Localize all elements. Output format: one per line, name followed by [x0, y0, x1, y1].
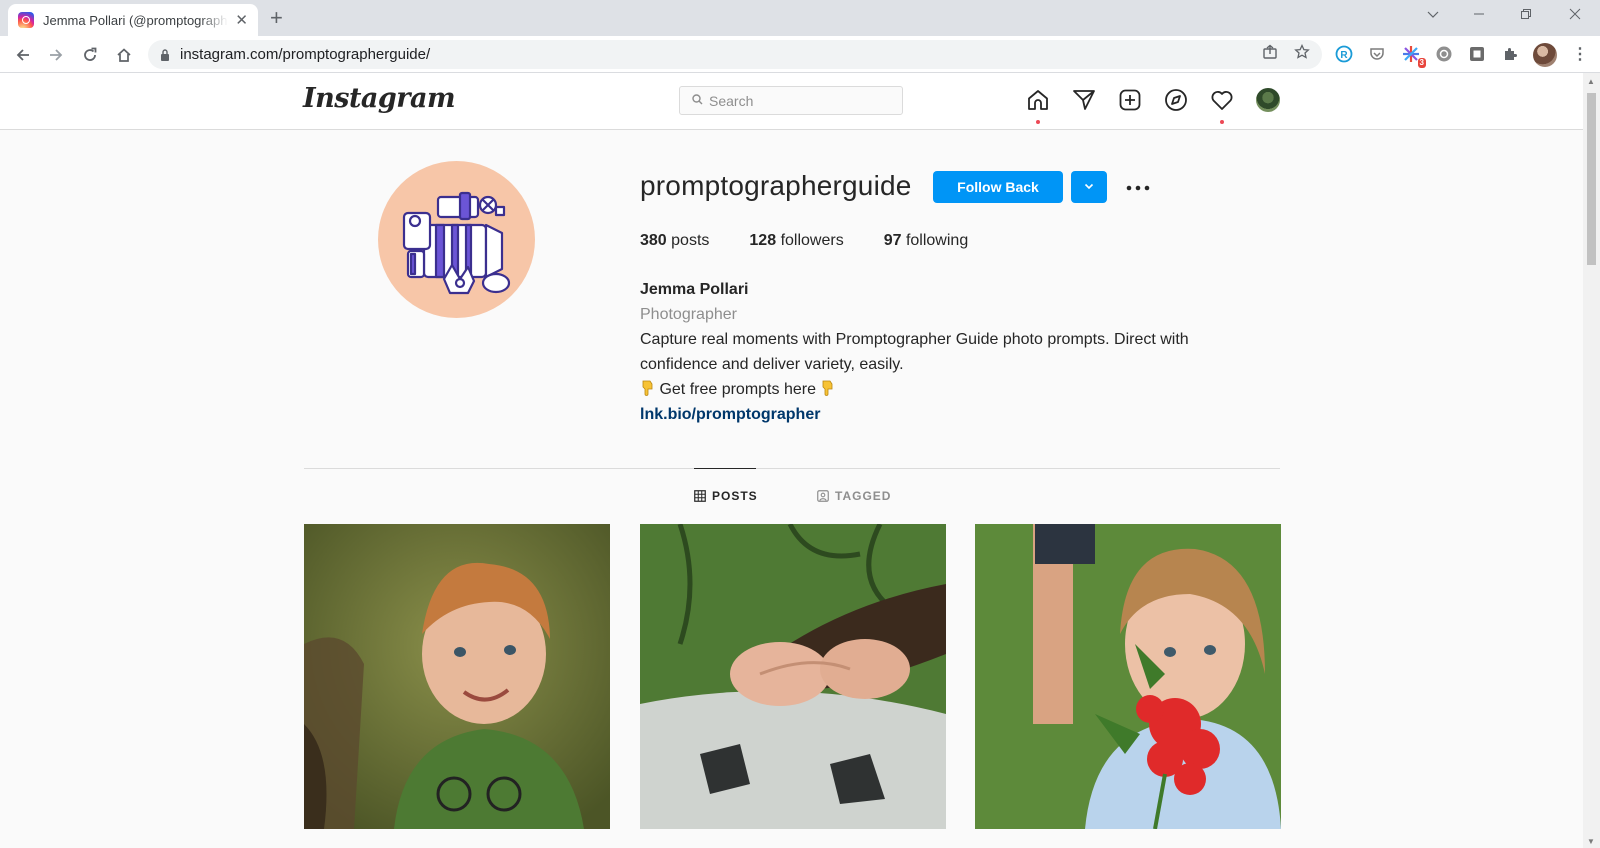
chevron-down-icon — [1083, 180, 1095, 195]
profile-full-name: Jemma Pollari — [640, 281, 749, 298]
tab-posts[interactable]: POSTS — [694, 489, 758, 503]
extensions-icon[interactable] — [1500, 44, 1520, 64]
svg-text:R: R — [1340, 50, 1348, 61]
tabs-divider — [304, 468, 1280, 469]
posts-count: 380 — [640, 232, 667, 249]
back-icon[interactable] — [10, 42, 36, 68]
bio-cta-line: Get free prompts here — [640, 377, 1240, 402]
new-tab-button[interactable]: + — [270, 5, 283, 31]
instagram-header: Instagram — [0, 73, 1583, 130]
address-bar[interactable]: instagram.com/promptographerguide/ — [148, 40, 1322, 69]
active-tab-indicator — [694, 468, 756, 469]
followers-count: 128 — [749, 232, 777, 249]
tab-search-icon[interactable] — [1410, 0, 1456, 32]
profile-category: Photographer — [640, 306, 737, 323]
browser-tab-strip: Jemma Pollari (@promptographerguide) ✕ + — [0, 0, 1600, 36]
post-image-toddler-smiling — [304, 524, 610, 829]
bio-text-line2: confidence and deliver variety, easily. — [640, 356, 904, 373]
profile-bio: Jemma Pollari Photographer Capture real … — [640, 277, 1240, 427]
home-nav-icon[interactable] — [1025, 87, 1051, 113]
search-input[interactable] — [709, 92, 889, 109]
camera-gear-illustration — [402, 191, 511, 295]
restore-icon[interactable] — [1503, 0, 1549, 32]
colorful-extension-icon[interactable]: 3 — [1401, 44, 1426, 68]
grid-icon — [694, 490, 706, 502]
direct-icon[interactable] — [1071, 87, 1097, 113]
share-icon[interactable] — [1260, 42, 1280, 62]
search-box[interactable] — [679, 86, 903, 115]
instagram-favicon-icon — [18, 12, 34, 28]
profile-username: promptographerguide — [640, 170, 912, 201]
following-stat[interactable]: 97 following — [884, 232, 969, 250]
tab-posts-label: POSTS — [712, 489, 758, 503]
tab-tagged-label: TAGGED — [835, 489, 892, 503]
new-post-icon[interactable] — [1117, 87, 1143, 113]
posts-stat: 380 posts — [640, 232, 709, 250]
tab-title: Jemma Pollari (@promptographerguide) — [43, 12, 228, 28]
post-thumbnail[interactable] — [304, 524, 610, 829]
search-icon — [692, 92, 703, 110]
explore-icon[interactable] — [1163, 87, 1189, 113]
post-image-girl-with-red-flower — [975, 524, 1281, 829]
square-extension-icon[interactable] — [1467, 44, 1487, 64]
suggested-dropdown-button[interactable] — [1071, 171, 1107, 203]
profile-nav-avatar[interactable] — [1255, 87, 1281, 113]
pointing-down-emoji-icon — [823, 380, 833, 396]
browser-tab[interactable]: Jemma Pollari (@promptographerguide) ✕ — [8, 4, 258, 36]
home-notification-dot — [1036, 120, 1040, 124]
following-count: 97 — [883, 232, 902, 249]
home-icon[interactable] — [111, 42, 137, 68]
followers-label: followers — [780, 232, 844, 249]
extension-badge: 3 — [1417, 58, 1426, 68]
minimize-icon[interactable] — [1456, 0, 1502, 32]
url-text: instagram.com/promptographerguide/ — [180, 46, 431, 63]
more-options-button[interactable] — [1124, 175, 1152, 199]
star-icon[interactable] — [1292, 42, 1312, 62]
following-label: following — [905, 232, 969, 249]
scroll-up-icon[interactable]: ▲ — [1587, 77, 1595, 86]
browser-profile-avatar[interactable] — [1533, 43, 1557, 67]
browser-toolbar: instagram.com/promptographerguide/ R 3 ⋮ — [0, 36, 1600, 73]
profile-stats: 380 posts 128 followers 97 following — [640, 232, 1008, 250]
ellipsis-icon — [1126, 178, 1150, 196]
post-thumbnail[interactable] — [640, 524, 946, 829]
activity-icon[interactable] — [1209, 87, 1235, 113]
follow-back-button[interactable]: Follow Back — [933, 171, 1063, 203]
scrollbar-thumb[interactable] — [1587, 93, 1596, 265]
scroll-down-icon[interactable]: ▼ — [1587, 837, 1595, 846]
activity-notification-dot — [1220, 120, 1224, 124]
bio-link[interactable]: lnk.bio/promptographer — [640, 406, 820, 423]
forward-icon[interactable] — [43, 42, 69, 68]
post-image-hands-with-bark — [640, 524, 946, 829]
close-window-icon[interactable] — [1552, 0, 1598, 32]
bio-text-line1: Capture real moments with Promptographer… — [640, 331, 1189, 348]
instagram-logo[interactable]: Instagram — [303, 83, 456, 114]
menu-icon[interactable]: ⋮ — [1572, 44, 1588, 64]
lock-icon[interactable] — [160, 48, 170, 61]
record-extension-icon[interactable] — [1434, 44, 1454, 64]
posts-label: posts — [671, 232, 710, 249]
page-scrollbar[interactable]: ▲ ▼ — [1583, 73, 1600, 848]
tab-close-icon[interactable]: ✕ — [235, 11, 248, 29]
followers-stat[interactable]: 128 followers — [749, 232, 843, 250]
tab-tagged[interactable]: TAGGED — [817, 489, 891, 503]
pointing-down-emoji-icon — [642, 380, 653, 396]
tagged-icon — [817, 490, 829, 502]
post-thumbnail[interactable] — [975, 524, 1281, 829]
grammar-extension-icon[interactable]: R — [1334, 44, 1354, 64]
profile-picture[interactable] — [378, 161, 535, 318]
bio-cta-text: Get free prompts here — [659, 381, 816, 398]
reload-icon[interactable] — [77, 42, 103, 68]
pocket-icon[interactable] — [1367, 44, 1387, 64]
